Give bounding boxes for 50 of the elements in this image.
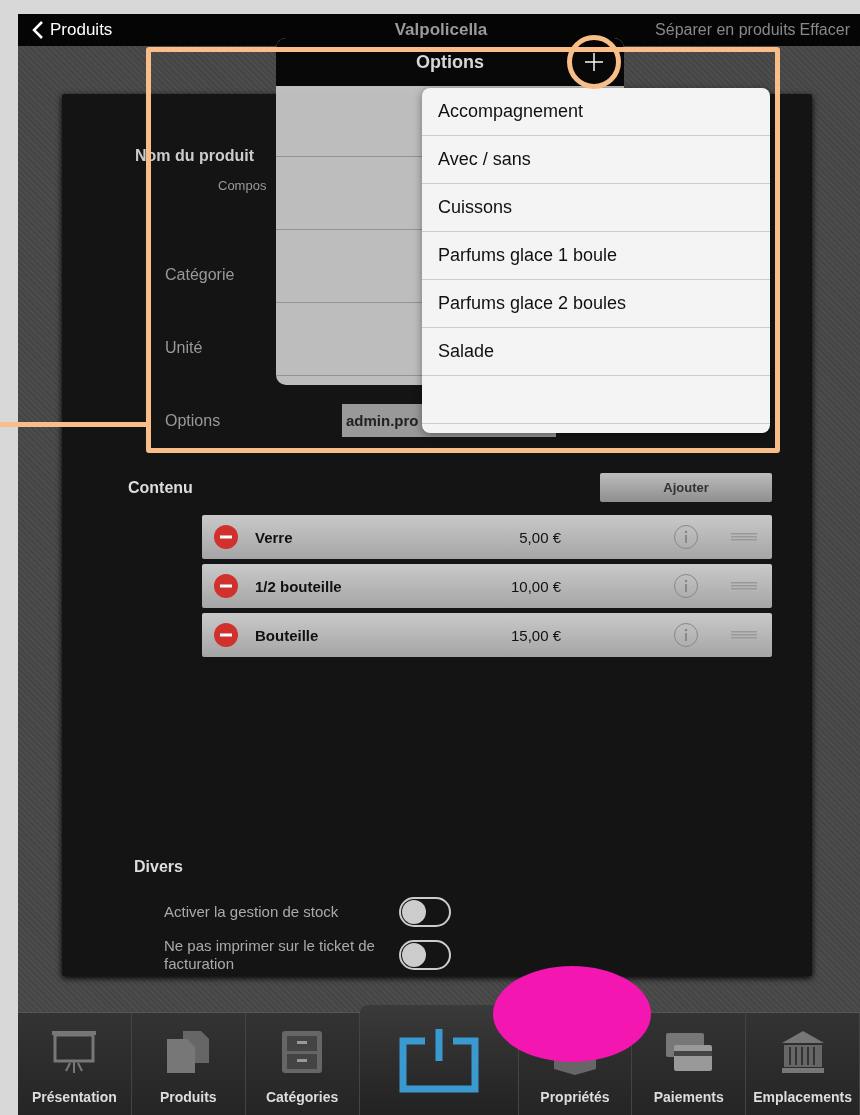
menu-item[interactable]: Cuissons xyxy=(422,184,770,232)
plus-icon[interactable] xyxy=(584,52,604,72)
field-label: Options xyxy=(165,411,222,430)
field-label: Unité xyxy=(165,338,204,357)
toggle-label: Activer la gestion de stock xyxy=(164,902,340,921)
row-name: Verre xyxy=(255,528,294,546)
projector-screen-icon xyxy=(50,1029,99,1075)
row-price: 10,00 € xyxy=(509,577,561,595)
cabinet-icon xyxy=(280,1029,325,1075)
drag-handle-icon[interactable] xyxy=(731,533,757,541)
content-row[interactable]: Bouteille 15,00 € xyxy=(202,613,772,657)
nav-action-button[interactable]: Séparer en produits xyxy=(655,21,796,39)
screen-title: Valpolicella xyxy=(394,20,488,40)
tab-button[interactable]: Paiements xyxy=(632,1013,747,1115)
row-price: 5,00 € xyxy=(518,528,561,546)
menu-item[interactable]: Avec / sans xyxy=(422,136,770,184)
tab-button[interactable]: Emplacements xyxy=(746,1013,860,1115)
row-name: 1/2 bouteille xyxy=(255,577,343,595)
add-button[interactable]: Ajouter xyxy=(600,473,772,502)
drag-handle-icon[interactable] xyxy=(731,582,757,590)
row-price: 15,00 € xyxy=(509,626,561,644)
toggle-switch[interactable] xyxy=(399,939,451,970)
delete-icon[interactable] xyxy=(214,623,238,647)
tab-button[interactable]: Catégories xyxy=(245,1013,360,1115)
chevron-left-icon xyxy=(32,21,44,39)
field-label: Catégorie xyxy=(165,265,236,284)
menu-item[interactable]: Parfums glace 1 boule xyxy=(422,232,770,280)
field-hint: Compos xyxy=(218,178,267,193)
toggle-switch[interactable] xyxy=(399,896,451,927)
menu-item[interactable]: Salade xyxy=(422,328,770,376)
power-button[interactable] xyxy=(359,1005,519,1115)
content-row[interactable]: Verre 5,00 € xyxy=(202,515,772,559)
tab-button[interactable]: Produits xyxy=(131,1013,246,1115)
popover-title: Options xyxy=(416,51,484,73)
documents-icon xyxy=(165,1029,212,1075)
bank-building-icon xyxy=(779,1029,826,1075)
content-row[interactable]: 1/2 bouteille 10,00 € xyxy=(202,564,772,608)
menu-item[interactable]: Accompagnement xyxy=(422,88,770,136)
section-title: Contenu xyxy=(128,478,193,497)
row-name: Bouteille xyxy=(255,626,320,644)
menu-item[interactable]: Parfums glace 2 boules xyxy=(422,280,770,328)
nav-action-button[interactable]: Effacer xyxy=(799,21,850,39)
section-title: Divers xyxy=(134,858,184,876)
toggle-label: Ne pas imprimer sur le ticket de facturation xyxy=(164,937,376,972)
back-button[interactable]: Produits xyxy=(32,20,113,40)
highlight-circle xyxy=(567,35,621,89)
drag-handle-icon[interactable] xyxy=(731,631,757,639)
delete-icon[interactable] xyxy=(214,525,238,549)
delete-icon[interactable] xyxy=(214,574,238,598)
tab-button[interactable]: Présentation xyxy=(18,1013,132,1115)
